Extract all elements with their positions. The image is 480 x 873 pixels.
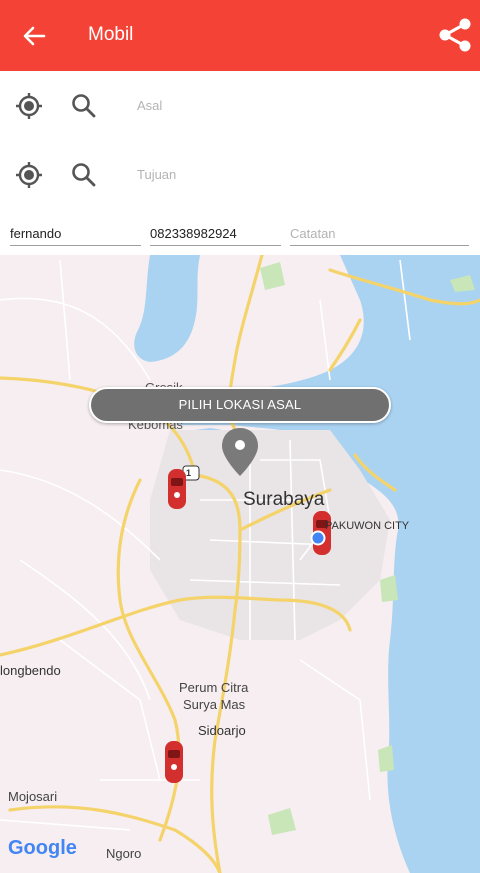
name-field[interactable]: fernando	[10, 222, 141, 246]
my-location-icon[interactable]	[14, 91, 44, 121]
map-label-ngoro: Ngoro	[106, 846, 142, 861]
destination-input[interactable]: Tujuan	[137, 167, 176, 182]
route-shield-label: 1	[186, 468, 192, 478]
app-bar: Mobil	[0, 0, 480, 71]
origin-input[interactable]: Asal	[137, 98, 162, 113]
car-marker[interactable]	[168, 469, 186, 509]
phone-field[interactable]: 082338982924	[150, 222, 281, 246]
map-label-pakuwon: PAKUWON CITY	[325, 520, 410, 532]
current-location-dot	[310, 530, 326, 546]
map-label-surya-mas: Surya Mas	[183, 697, 246, 712]
map-view[interactable]: 1 Gresik Kebomas Surabaya PAKUWON CITY l…	[0, 255, 480, 873]
map-label-mojosari: Mojosari	[8, 789, 58, 804]
search-icon[interactable]	[70, 92, 98, 120]
origin-row[interactable]: Asal	[0, 76, 480, 136]
car-marker[interactable]	[165, 741, 183, 783]
map-label-surabaya: Surabaya	[243, 489, 325, 510]
map-label-longbendo: longbendo	[0, 663, 61, 678]
map-label-perum-citra: Perum Citra	[179, 680, 249, 695]
page-title: Mobil	[88, 24, 134, 45]
map-label-sidoarjo: Sidoarjo	[198, 723, 246, 738]
destination-row[interactable]: Tujuan	[0, 145, 480, 205]
google-logo: Google	[8, 837, 77, 859]
map-canvas	[0, 255, 480, 873]
select-origin-button[interactable]: PILIH LOKASI ASAL	[89, 387, 391, 423]
note-field[interactable]: Catatan	[290, 222, 469, 246]
share-icon[interactable]	[436, 16, 474, 54]
search-icon[interactable]	[70, 161, 98, 189]
arrow-left-icon[interactable]	[18, 20, 50, 52]
my-location-icon[interactable]	[14, 160, 44, 190]
